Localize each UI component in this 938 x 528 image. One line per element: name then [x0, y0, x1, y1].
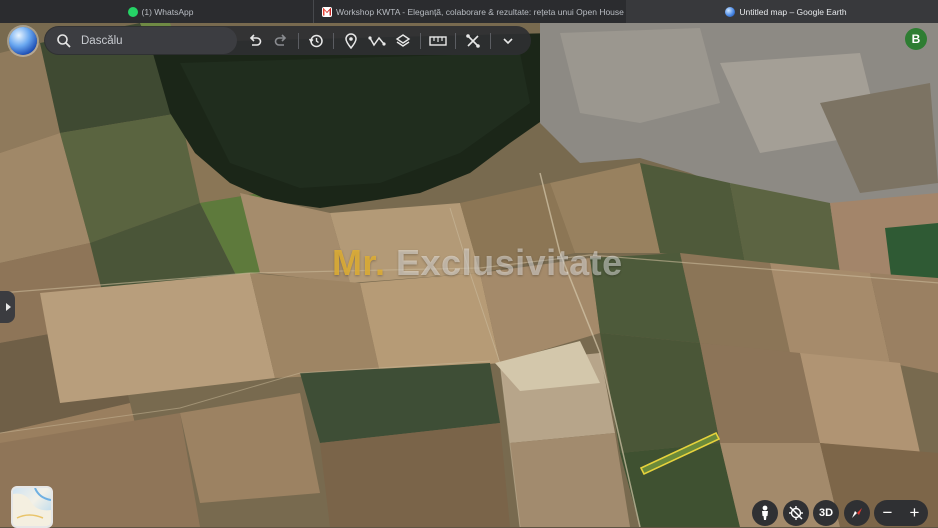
chevron-down-icon[interactable]	[495, 28, 521, 54]
chevron-right-icon	[5, 303, 11, 311]
tab-title: Workshop KWTA - Eleganță, colaborare & r…	[336, 6, 626, 17]
redo-icon[interactable]	[268, 28, 294, 54]
top-toolbar: Dascălu	[44, 26, 531, 55]
path-icon[interactable]	[364, 28, 390, 54]
pegman-icon	[762, 505, 768, 520]
whatsapp-icon	[127, 6, 138, 17]
zoom-in-button[interactable]: +	[910, 503, 920, 523]
location-button[interactable]	[783, 500, 809, 526]
compass-button[interactable]	[844, 500, 870, 526]
tab-whatsapp[interactable]: (1) WhatsApp	[0, 0, 313, 23]
avatar[interactable]: B	[905, 28, 927, 50]
toolbar-divider	[298, 32, 299, 49]
tab-title: Untitled map – Google Earth	[739, 6, 847, 17]
toolbar-divider	[420, 32, 421, 49]
placemark-icon[interactable]	[338, 28, 364, 54]
zoom-out-button[interactable]: −	[883, 503, 893, 523]
tab-gmail[interactable]: Workshop KWTA - Eleganță, colaborare & r…	[313, 0, 626, 23]
browser-tab-strip: (1) WhatsApp Workshop KWTA - Eleganță, c…	[0, 0, 938, 23]
3d-toggle-button[interactable]: 3D	[813, 500, 839, 526]
google-earth-menu-button[interactable]	[9, 27, 37, 55]
ruler-icon[interactable]	[425, 28, 451, 54]
toolbar-divider	[455, 32, 456, 49]
pegman-button[interactable]	[752, 500, 778, 526]
undo-icon[interactable]	[242, 28, 268, 54]
zoom-controls: − +	[874, 500, 928, 526]
search-input[interactable]: Dascălu	[81, 35, 123, 47]
location-off-icon	[789, 506, 803, 520]
tab-google-earth[interactable]: Untitled map – Google Earth	[626, 0, 938, 23]
map-thumbnail-icon	[13, 488, 51, 526]
layers-icon[interactable]	[390, 28, 416, 54]
measure-tools-icon[interactable]	[460, 28, 486, 54]
search-box[interactable]: Dascălu	[45, 27, 237, 54]
history-icon[interactable]	[303, 28, 329, 54]
watermark: Mr. Exclusivitate	[332, 242, 623, 283]
google-earth-icon	[725, 6, 736, 17]
compass-icon	[852, 508, 862, 518]
gmail-icon	[322, 6, 332, 17]
tab-title: (1) WhatsApp	[141, 6, 194, 17]
expand-panel-button[interactable]	[0, 291, 15, 323]
toolbar-divider	[490, 32, 491, 49]
toolbar-divider	[333, 32, 334, 49]
search-icon	[57, 33, 71, 48]
map-style-thumbnail[interactable]	[11, 486, 53, 528]
